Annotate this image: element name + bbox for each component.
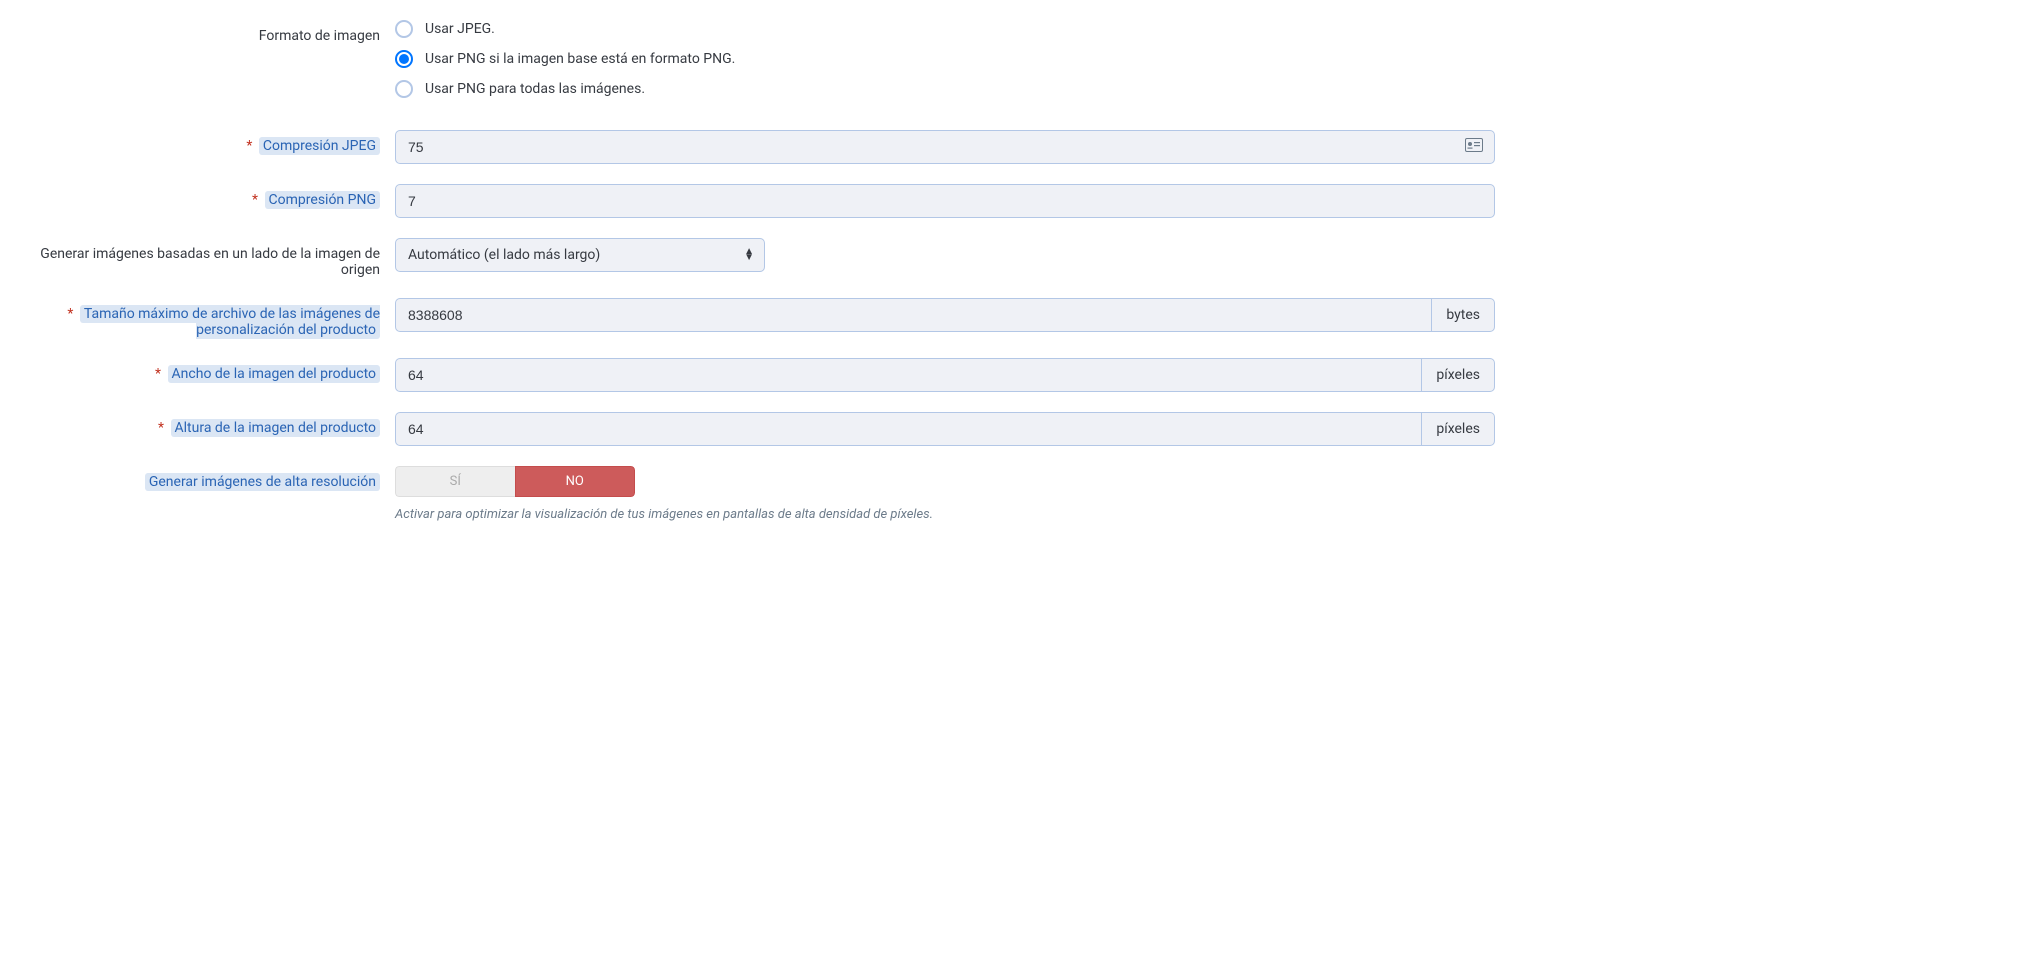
help-high-res: Activar para optimizar la visualización … [395,507,1495,522]
label-text-product-height: Altura de la imagen del producto [171,419,380,437]
radio-option-png-if-base[interactable]: Usar PNG si la imagen base está en forma… [395,50,1495,68]
radio-option-png-all[interactable]: Usar PNG para todas las imágenes. [395,80,1495,98]
toggle-high-res[interactable]: SÍ NO [395,466,635,497]
label-product-height: * Altura de la imagen del producto [30,412,395,436]
required-marker: * [155,366,161,382]
input-group-max-file-size: bytes [395,298,1495,332]
required-marker: * [246,138,252,154]
toggle-yes[interactable]: SÍ [395,466,515,497]
addon-pixels-height: píxeles [1421,412,1495,446]
input-jpeg-compression[interactable] [395,130,1495,164]
radio-label-png-if-base[interactable]: Usar PNG si la imagen base está en forma… [425,51,735,67]
label-high-res: Generar imágenes de alta resolución [30,466,395,490]
select-value-generate-side: Automático (el lado más largo) [408,247,600,263]
label-product-width: * Ancho de la imagen del producto [30,358,395,382]
row-png-compression: * Compresión PNG [30,184,2014,218]
row-product-height: * Altura de la imagen del producto píxel… [30,412,2014,446]
row-jpeg-compression: * Compresión JPEG [30,130,2014,164]
toggle-no[interactable]: NO [515,466,636,497]
image-format-options: Usar JPEG. Usar PNG si la imagen base es… [395,20,1495,110]
radio-jpeg[interactable] [395,20,413,38]
id-card-icon [1465,138,1483,156]
label-text-max-file-size: Tamaño máximo de archivo de las imágenes… [80,305,380,339]
radio-option-jpeg[interactable]: Usar JPEG. [395,20,1495,38]
row-product-width: * Ancho de la imagen del producto píxele… [30,358,2014,392]
radio-label-png-all[interactable]: Usar PNG para todas las imágenes. [425,81,645,97]
input-group-product-height: píxeles [395,412,1495,446]
radio-label-jpeg[interactable]: Usar JPEG. [425,21,495,37]
input-png-compression[interactable] [395,184,1495,218]
addon-pixels-width: píxeles [1421,358,1495,392]
input-max-file-size[interactable] [395,298,1431,332]
label-image-format: Formato de imagen [30,20,395,44]
radio-png-if-base[interactable] [395,50,413,68]
addon-bytes: bytes [1431,298,1495,332]
row-max-file-size: * Tamaño máximo de archivo de las imágen… [30,298,2014,338]
input-group-product-width: píxeles [395,358,1495,392]
required-marker: * [67,306,73,322]
required-marker: * [252,192,258,208]
label-png-compression: * Compresión PNG [30,184,395,208]
required-marker: * [158,420,164,436]
label-text-high-res: Generar imágenes de alta resolución [145,473,380,491]
label-jpeg-compression: * Compresión JPEG [30,130,395,154]
chevron-updown-icon: ▲▼ [744,249,754,261]
row-high-res: Generar imágenes de alta resolución SÍ N… [30,466,2014,522]
input-product-width[interactable] [395,358,1421,392]
input-product-height[interactable] [395,412,1421,446]
select-generate-side[interactable]: Automático (el lado más largo) ▲▼ [395,238,765,272]
label-text-product-width: Ancho de la imagen del producto [168,365,380,383]
label-text-png-compression: Compresión PNG [265,191,380,209]
label-generate-side: Generar imágenes basadas en un lado de l… [30,238,395,278]
label-max-file-size: * Tamaño máximo de archivo de las imágen… [30,298,395,338]
label-text-jpeg-compression: Compresión JPEG [259,137,380,155]
radio-png-all[interactable] [395,80,413,98]
row-image-format: Formato de imagen Usar JPEG. Usar PNG si… [30,20,2014,110]
row-generate-side: Generar imágenes basadas en un lado de l… [30,238,2014,278]
